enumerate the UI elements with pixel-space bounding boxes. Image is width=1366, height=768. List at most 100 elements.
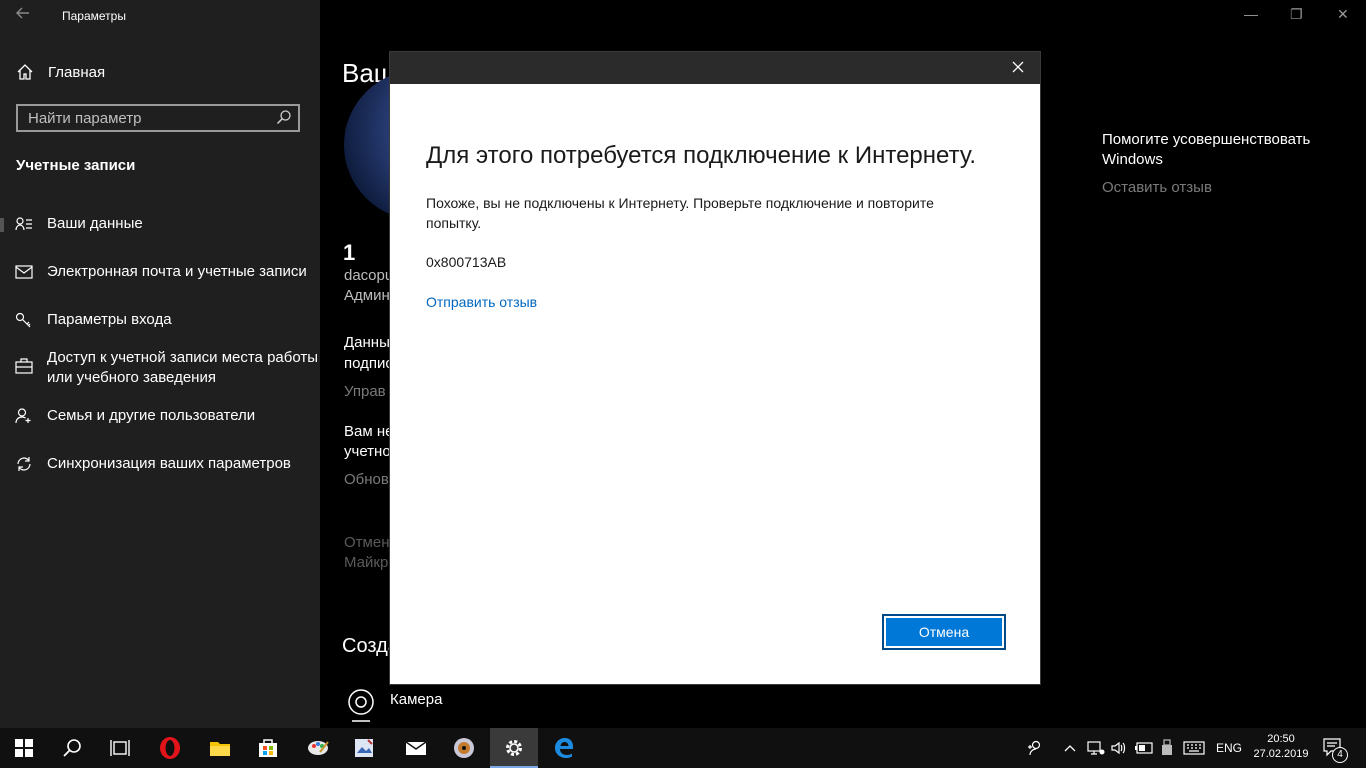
image-editor-icon [355,739,373,757]
battery-status[interactable] [1134,728,1154,768]
task-view-button[interactable] [96,728,144,768]
sidebar-item-label: Электронная почта и учетные записи [47,263,307,280]
billing-text-line1: Данны [344,334,390,351]
media-icon [454,738,474,758]
search-input[interactable] [18,106,278,130]
show-hidden-icons[interactable] [1064,728,1076,768]
connection-dialog: Для этого потребуется подключение к Инте… [389,51,1041,685]
keyboard-icon [1183,741,1205,755]
search-box[interactable] [16,104,300,132]
sidebar-item-label: Синхронизация ваших параметров [47,455,291,472]
nav-home[interactable]: Главная [16,63,105,81]
error-code: 0x800713AB [426,254,507,270]
sidebar-item-work-access[interactable]: Доступ к учетной записи места работы или… [0,348,320,388]
home-icon [17,64,33,80]
start-button[interactable] [0,728,48,768]
search-icon[interactable] [276,109,292,125]
sidebar-item-sign-in[interactable]: Параметры входа [0,310,320,330]
start-icon [15,739,33,757]
taskbar-store[interactable] [244,728,292,768]
window-title: Параметры [62,9,126,23]
mail-icon [14,265,33,279]
sidebar-item-your-info[interactable]: Ваши данные [0,214,320,234]
taskbar-search[interactable] [48,728,96,768]
help-title: Помогите усовершенствовать Windows [1102,131,1311,168]
battery-icon [1135,742,1153,754]
chevron-up-icon [1064,745,1076,752]
people-icon [1028,740,1041,756]
billing-text-line2: подпис [344,355,393,372]
back-button[interactable] [16,6,30,25]
user-role: Админ [344,287,390,304]
taskbar-edge[interactable] [540,728,588,768]
touch-keyboard[interactable] [1183,728,1205,768]
network-status[interactable] [1087,728,1105,768]
action-center-button[interactable]: 4 [1322,728,1348,768]
taskbar-image-editor[interactable] [340,728,388,768]
search-icon [63,739,81,757]
sidebar-item-label: Параметры входа [47,311,172,328]
sidebar-item-label: Доступ к учетной записи места работы или… [47,349,319,386]
usb-drive-icon [1162,739,1172,755]
taskbar-paint[interactable] [294,728,342,768]
settings-icon [506,740,522,756]
dialog-title-bar [390,52,1040,84]
camera-label[interactable]: Камера [390,691,442,708]
restore-button[interactable]: ❐ [1290,6,1303,23]
task-view-icon [110,740,130,756]
volume-control[interactable] [1110,728,1128,768]
taskbar-mail[interactable] [392,728,440,768]
cancel-button[interactable]: Отмена [882,614,1006,650]
close-window-button[interactable]: ✕ [1337,6,1349,23]
leave-feedback-link[interactable]: Оставить отзыв [1102,178,1332,198]
people-button[interactable] [1026,728,1044,768]
taskbar-file-explorer[interactable] [196,728,244,768]
billing-link[interactable]: Управ [344,383,386,400]
dialog-message: Похоже, вы не подключены к Интернету. Пр… [426,195,934,231]
stop-sign-in-line1: Отмен [344,534,390,551]
dialog-heading: Для этого потребуется подключение к Инте… [426,142,977,169]
verify-text-line1: Вам не [344,423,394,440]
arrow-left-icon [16,7,29,19]
taskbar: ENG 20:50 27.02.2019 4 [0,728,1366,768]
taskbar-media[interactable] [440,728,488,768]
clock-time: 20:50 [1267,733,1295,745]
file-explorer-icon [210,742,230,756]
clock-date: 27.02.2019 [1253,748,1309,760]
sync-icon [16,457,31,471]
minimize-button[interactable]: — [1244,6,1258,22]
usb-device[interactable] [1160,728,1174,768]
send-feedback-link[interactable]: Отправить отзыв [426,294,537,310]
key-icon [15,312,30,328]
taskbar-settings[interactable] [490,728,538,768]
briefcase-icon [14,358,33,374]
verify-text-line2: учетно [344,443,391,460]
mail-icon [405,741,427,755]
sidebar-item-email[interactable]: Электронная почта и учетные записи [0,262,320,282]
close-icon[interactable] [1010,59,1026,75]
sidebar-item-label: Семья и другие пользователи [47,407,256,424]
user-email: dacopu [344,267,394,284]
nav-home-label: Главная [48,63,106,81]
system-clock[interactable]: 20:50 27.02.2019 [1250,732,1312,762]
section-title: Учетные записи [16,157,136,174]
settings-sidebar: Параметры Главная Учетные записи Ваши да… [0,0,320,728]
person-list-icon [14,217,32,231]
network-icon [1087,741,1105,755]
paint-icon [308,741,329,755]
title-bar: Параметры [0,0,320,32]
volume-icon [1111,741,1126,755]
store-icon [259,739,277,757]
taskbar-opera[interactable] [146,728,194,768]
notification-count-badge: 4 [1332,747,1348,763]
input-language[interactable]: ENG [1216,728,1242,768]
sidebar-item-family[interactable]: Семья и другие пользователи [0,406,320,426]
camera-icon [348,689,374,722]
verify-link[interactable]: Обнов [344,471,389,488]
help-panel: Помогите усовершенствовать Windows Остав… [1102,130,1332,198]
edge-icon [555,738,573,758]
sidebar-item-label: Ваши данные [47,215,143,232]
person-add-icon [14,408,30,424]
opera-icon [160,737,180,759]
sidebar-item-sync[interactable]: Синхронизация ваших параметров [0,454,320,474]
